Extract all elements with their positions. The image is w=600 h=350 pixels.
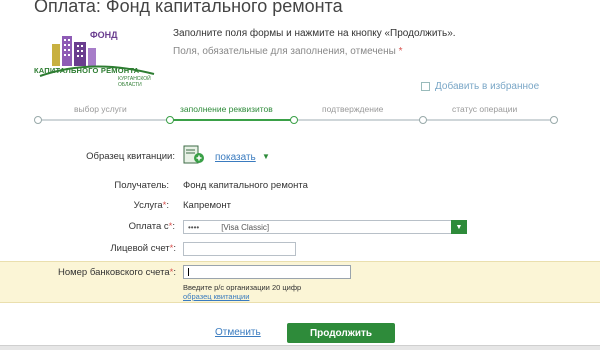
fund-logo: ФОНД КАПИТАЛЬНОГО РЕМОНТА КУРГАНСКОЙ ОБЛ… bbox=[32, 28, 162, 98]
receipt-icon[interactable] bbox=[183, 145, 204, 165]
pay-from-label: Оплата с*: bbox=[60, 221, 175, 232]
show-sample-link[interactable]: показать bbox=[215, 152, 256, 163]
recipient-label: Получатель: bbox=[114, 180, 169, 191]
step-select-service: выбор услуги bbox=[74, 104, 127, 114]
steps-track-active bbox=[170, 119, 294, 121]
card-type: [Visa Classic] bbox=[221, 222, 270, 232]
step-confirmation: подтверждение bbox=[322, 104, 384, 114]
pay-from-label-text: Оплата с bbox=[128, 221, 169, 232]
step-fill-details: заполнение реквизитов bbox=[180, 104, 273, 114]
personal-account-input[interactable] bbox=[183, 242, 296, 256]
favorite-checkbox-icon[interactable] bbox=[421, 82, 430, 91]
step-dot-fill-details bbox=[290, 116, 298, 124]
service-label: Услуга*: bbox=[60, 200, 169, 211]
logo-text-fund: ФОНД bbox=[90, 30, 118, 40]
cancel-link[interactable]: Отменить bbox=[215, 327, 261, 338]
service-value: Капремонт bbox=[183, 200, 231, 211]
service-label-text: Услуга bbox=[133, 200, 163, 211]
bottom-scrollbar[interactable] bbox=[0, 345, 600, 350]
personal-account-label-text: Лицевой счет bbox=[110, 243, 170, 254]
required-note-text: Поля, обязательные для заполнения, отмеч… bbox=[173, 46, 396, 57]
required-star: * bbox=[398, 46, 403, 57]
logo-text-capital-repair: КАПИТАЛЬНОГО РЕМОНТА bbox=[34, 66, 140, 75]
step-dot-operation-status bbox=[550, 116, 558, 124]
bank-account-input[interactable] bbox=[183, 265, 351, 279]
label-colon: : bbox=[173, 267, 176, 278]
bank-account-hint: Введите р/с организации 20 цифр bbox=[183, 283, 302, 292]
chevron-down-icon[interactable]: ▼ bbox=[262, 152, 270, 161]
continue-button[interactable]: Продолжить bbox=[287, 323, 395, 343]
step-dot-confirmation bbox=[419, 116, 427, 124]
step-operation-status: статус операции bbox=[452, 104, 518, 114]
bank-account-label: Номер банковского счета*: bbox=[20, 267, 176, 278]
dropdown-arrow-icon[interactable]: ▼ bbox=[451, 220, 467, 234]
card-select[interactable]: •••• [Visa Classic] ▼ bbox=[183, 220, 467, 234]
required-fields-note: Поля, обязательные для заполнения, отмеч… bbox=[173, 46, 403, 57]
label-colon: : bbox=[166, 200, 169, 211]
bank-account-label-text: Номер банковского счета bbox=[57, 267, 170, 278]
logo-text-region: КУРГАНСКОЙ ОБЛАСТИ bbox=[118, 76, 151, 88]
add-to-favorites[interactable]: Добавить в избранное bbox=[421, 81, 539, 92]
page-title: Оплата: Фонд капитального ремонта bbox=[34, 0, 343, 16]
sample-receipt-label: Образец квитанции: bbox=[86, 151, 175, 162]
favorite-label[interactable]: Добавить в избранное bbox=[435, 81, 539, 92]
step-dot-select-service bbox=[166, 116, 174, 124]
label-colon: : bbox=[172, 221, 175, 232]
receipt-sample-link[interactable]: образец квитанции bbox=[183, 292, 249, 301]
text-cursor bbox=[188, 268, 189, 276]
card-number-mask: •••• bbox=[188, 222, 200, 232]
recipient-value: Фонд капитального ремонта bbox=[183, 180, 308, 191]
form-instruction: Заполните поля формы и нажмите на кнопку… bbox=[173, 28, 456, 39]
label-colon: : bbox=[173, 243, 176, 254]
step-dot-start bbox=[34, 116, 42, 124]
personal-account-label: Лицевой счет*: bbox=[60, 243, 176, 254]
